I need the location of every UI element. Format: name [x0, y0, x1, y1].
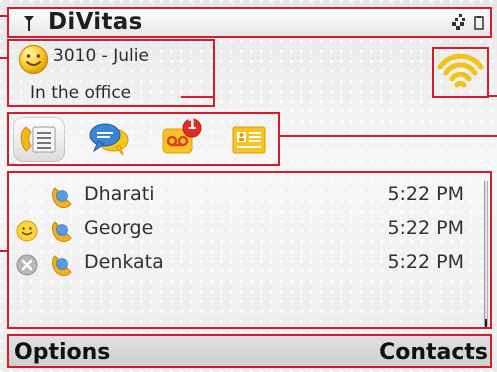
contacts-button[interactable]: Contacts — [379, 340, 488, 365]
list-item[interactable]: George 5:22 PM — [7, 215, 477, 249]
smiley-icon — [16, 220, 38, 242]
status-bar: DiVitas — [7, 7, 492, 38]
call-time: 5:22 PM — [387, 251, 464, 273]
contact-name: Dharati — [84, 183, 155, 205]
contacts-icon — [232, 126, 266, 154]
connection-status — [432, 47, 489, 98]
offline-icon — [16, 254, 38, 276]
smiley-icon — [18, 44, 49, 75]
annotation-leader — [0, 57, 7, 59]
list-item[interactable]: Dharati 5:22 PM — [7, 181, 477, 215]
vertical-scrollbar[interactable] — [484, 181, 488, 327]
signal-icon — [24, 16, 34, 31]
recent-calls-list: Dharati 5:22 PM George 5:22 PM Denkata 5… — [7, 171, 492, 329]
user-status-panel[interactable]: 3010 - Julie In the office — [7, 39, 215, 107]
wifi-icon — [437, 53, 484, 88]
tab-chat[interactable] — [85, 117, 137, 162]
annotation-leader — [280, 135, 497, 137]
phone-list-icon — [20, 126, 56, 153]
phone-icon — [52, 255, 72, 276]
tab-contacts[interactable] — [225, 117, 277, 162]
phone-screen: DiVitas 3010 - Julie In the office 1 Dha… — [0, 0, 497, 372]
annotation-leader — [489, 95, 497, 97]
user-status-text: In the office — [30, 83, 132, 103]
voicemail-icon — [162, 118, 202, 154]
app-title: DiVitas — [48, 9, 143, 35]
options-button[interactable]: Options — [14, 340, 110, 365]
contact-name: Denkata — [84, 251, 164, 273]
call-time: 5:22 PM — [387, 217, 464, 239]
annotation-leader — [0, 15, 7, 17]
voicemail-badge: 1 — [187, 117, 197, 133]
phone-icon — [52, 221, 72, 242]
annotation-leader — [0, 250, 7, 252]
call-time: 5:22 PM — [387, 183, 464, 205]
network-icon — [452, 14, 465, 30]
chat-icon — [89, 123, 129, 156]
phone-icon — [52, 187, 72, 208]
tab-bar: 1 — [7, 112, 280, 166]
softkey-bar: Options Contacts — [7, 334, 492, 368]
list-item[interactable]: Denkata 5:22 PM — [7, 249, 477, 283]
contact-name: George — [84, 217, 154, 239]
user-name: 3010 - Julie — [53, 46, 149, 66]
tab-calls[interactable] — [13, 117, 65, 162]
battery-icon — [474, 16, 484, 30]
scrollbar-thumb[interactable] — [485, 319, 487, 327]
tab-voicemail[interactable]: 1 — [157, 117, 209, 162]
